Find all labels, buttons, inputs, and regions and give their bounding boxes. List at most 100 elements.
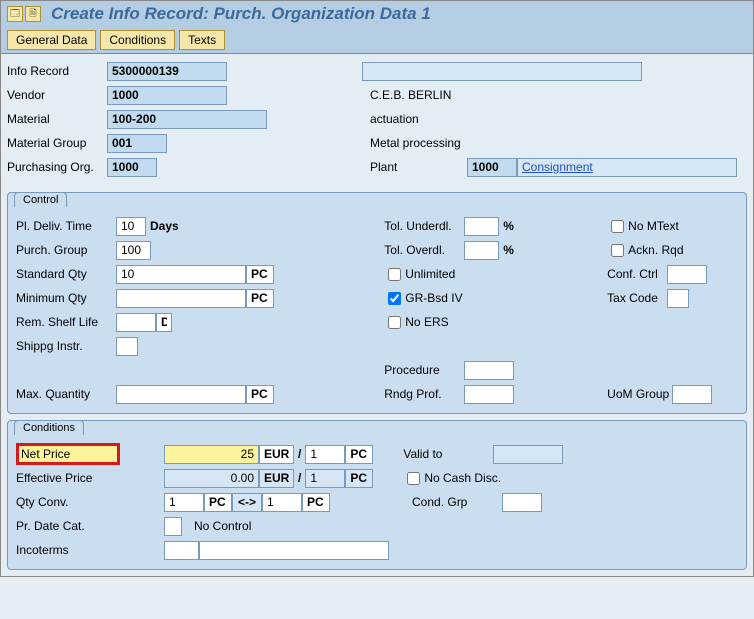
slash-1: / <box>298 447 301 461</box>
min-qty-label: Minimum Qty <box>16 291 116 305</box>
shipg-instr-input[interactable] <box>116 337 138 356</box>
conditions-panel-title: Conditions <box>14 420 84 435</box>
tab-bar: General Data Conditions Texts <box>1 27 753 54</box>
incoterms-label: Incoterms <box>16 543 164 557</box>
ackn-label: Ackn. Rqd <box>628 243 683 257</box>
incoterms-text-input[interactable] <box>199 541 389 560</box>
effective-price-label: Effective Price <box>16 471 164 485</box>
rndg-prof-label: Rndg Prof. <box>384 387 464 401</box>
net-price-unit[interactable] <box>345 445 373 464</box>
app-window: 🗔 🗎 Create Info Record: Purch. Organizat… <box>0 0 754 577</box>
info-record-desc-field <box>362 62 642 81</box>
nomtext-label: No MText <box>628 219 679 233</box>
qty-conv-unit-2[interactable] <box>302 493 330 512</box>
conditions-panel: Conditions Net Price / Valid to Effectiv… <box>7 420 747 570</box>
noers-check[interactable] <box>388 316 401 329</box>
pct-unit-1: % <box>503 219 514 233</box>
page-title: Create Info Record: Purch. Organization … <box>51 4 431 24</box>
qty-conv-label: Qty Conv. <box>16 495 164 509</box>
conf-ctrl-label: Conf. Ctrl <box>607 267 667 281</box>
no-control-text: No Control <box>194 519 251 533</box>
shelf-life-input[interactable] <box>116 313 156 332</box>
icon-btn-1[interactable]: 🗔 <box>7 6 23 22</box>
unlimited-check[interactable] <box>388 268 401 281</box>
material-desc: actuation <box>362 112 419 126</box>
rndg-prof-input[interactable] <box>464 385 514 404</box>
tax-code-input[interactable] <box>667 289 689 308</box>
tab-conditions[interactable]: Conditions <box>100 30 175 50</box>
uom-group-label: UoM Group <box>607 387 672 401</box>
shelf-life-unit[interactable] <box>156 313 172 332</box>
cond-grp-input[interactable] <box>502 493 542 512</box>
shelf-life-label: Rem. Shelf Life <box>16 315 116 329</box>
grbsd-label: GR-Bsd IV <box>405 291 462 305</box>
effective-price-per: 1 <box>305 469 345 488</box>
header-section: Info Record 5300000139 Vendor 1000 C.E.B… <box>1 54 753 186</box>
toolbar-icons: 🗔 🗎 <box>7 6 41 22</box>
net-price-input[interactable] <box>164 445 259 464</box>
qty-conv-2[interactable] <box>262 493 302 512</box>
net-price-curr[interactable] <box>259 445 294 464</box>
pr-date-cat-input[interactable] <box>164 517 182 536</box>
qty-conv-unit-1[interactable] <box>204 493 232 512</box>
plant-type-link[interactable]: Consignment <box>517 158 737 177</box>
tax-code-label: Tax Code <box>607 291 667 305</box>
tol-overdl-label: Tol. Overdl. <box>384 243 464 257</box>
effective-price-unit: PC <box>345 469 373 488</box>
min-qty-unit[interactable] <box>246 289 274 308</box>
material-group-desc: Metal processing <box>362 136 461 150</box>
pr-date-cat-label: Pr. Date Cat. <box>16 519 164 533</box>
material-field: 100-200 <box>107 110 267 129</box>
net-price-per[interactable] <box>305 445 345 464</box>
net-price-label: Net Price <box>19 446 117 462</box>
title-bar: 🗔 🗎 Create Info Record: Purch. Organizat… <box>1 1 753 27</box>
incoterms-code-input[interactable] <box>164 541 199 560</box>
max-qty-unit[interactable] <box>246 385 274 404</box>
tab-texts[interactable]: Texts <box>179 30 225 50</box>
shipg-instr-label: Shippg Instr. <box>16 339 116 353</box>
nomtext-check[interactable] <box>611 220 624 233</box>
cond-grp-label: Cond. Grp <box>412 495 502 509</box>
tol-underdl-input[interactable] <box>464 217 499 236</box>
std-qty-unit[interactable] <box>246 265 274 284</box>
pct-unit-2: % <box>503 243 514 257</box>
std-qty-input[interactable] <box>116 265 246 284</box>
max-qty-input[interactable] <box>116 385 246 404</box>
procedure-input[interactable] <box>464 361 514 380</box>
slash-2: / <box>298 471 301 485</box>
purch-org-field: 1000 <box>107 158 157 177</box>
purch-group-input[interactable] <box>116 241 151 260</box>
deliv-time-label: Pl. Deliv. Time <box>16 219 116 233</box>
icon-btn-2[interactable]: 🗎 <box>25 6 41 22</box>
std-qty-label: Standard Qty <box>16 267 116 281</box>
plant-label: Plant <box>362 160 467 174</box>
tab-general-data[interactable]: General Data <box>7 30 96 50</box>
qty-conv-1[interactable] <box>164 493 204 512</box>
tol-overdl-input[interactable] <box>464 241 499 260</box>
effective-price-curr: EUR <box>259 469 294 488</box>
ackn-check[interactable] <box>611 244 624 257</box>
vendor-label: Vendor <box>7 88 107 102</box>
days-unit: Days <box>150 219 179 233</box>
valid-to-field <box>493 445 563 464</box>
material-group-label: Material Group <box>7 136 107 150</box>
unlimited-label: Unlimited <box>405 267 455 281</box>
qty-conv-arrow: <-> <box>232 493 262 512</box>
material-group-field: 001 <box>107 134 167 153</box>
purch-org-label: Purchasing Org. <box>7 160 107 174</box>
control-panel-title: Control <box>14 192 67 207</box>
uom-group-input[interactable] <box>672 385 712 404</box>
vendor-desc: C.E.B. BERLIN <box>362 88 451 102</box>
plant-field: 1000 <box>467 158 517 177</box>
conf-ctrl-input[interactable] <box>667 265 707 284</box>
no-cash-disc-check[interactable] <box>407 472 420 485</box>
control-panel: Control Pl. Deliv. Time Days Purch. Grou… <box>7 192 747 414</box>
deliv-time-input[interactable] <box>116 217 146 236</box>
material-label: Material <box>7 112 107 126</box>
valid-to-label: Valid to <box>403 447 493 461</box>
min-qty-input[interactable] <box>116 289 246 308</box>
grbsd-check[interactable] <box>388 292 401 305</box>
purch-group-label: Purch. Group <box>16 243 116 257</box>
max-qty-label: Max. Quantity <box>16 387 116 401</box>
info-record-label: Info Record <box>7 64 107 78</box>
